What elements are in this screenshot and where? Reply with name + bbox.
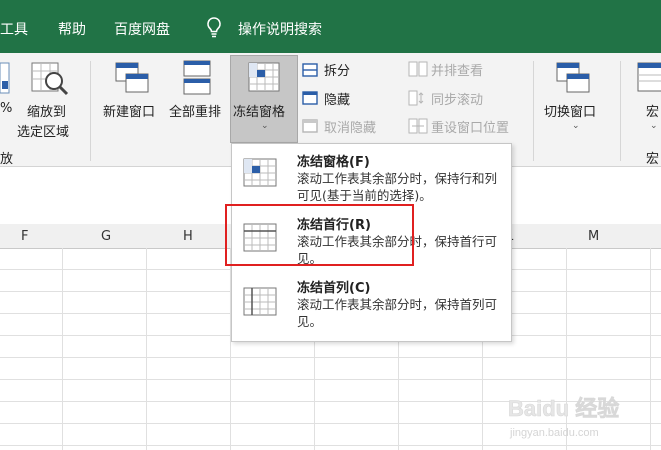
freeze-first-column-title: 冻结首列(C) bbox=[297, 281, 371, 296]
macros-chevron-icon[interactable]: ⌄ bbox=[650, 121, 658, 131]
menu-tools[interactable]: 工具 bbox=[0, 19, 28, 39]
freeze-panes-icon bbox=[243, 158, 277, 192]
zoom-to-selection-label-1[interactable]: 缩放到 bbox=[27, 101, 66, 120]
freeze-panes-icon bbox=[247, 61, 281, 99]
split-icon bbox=[302, 62, 318, 81]
zoom-group-label: 放 bbox=[0, 152, 14, 167]
macros-group-label: 宏 bbox=[646, 152, 660, 167]
freeze-panes-label[interactable]: 冻结窗格 bbox=[233, 101, 285, 120]
freeze-panes-chevron-icon[interactable]: ⌄ bbox=[261, 121, 269, 131]
group-separator bbox=[533, 61, 534, 161]
macros-button[interactable]: 宏 bbox=[646, 101, 659, 120]
sync-scroll-button[interactable]: 同步滚动 bbox=[431, 89, 483, 108]
group-separator bbox=[90, 61, 91, 161]
sync-scroll-icon bbox=[408, 90, 428, 110]
column-header-g[interactable]: G bbox=[101, 229, 111, 244]
freeze-first-column-desc: 滚动工作表其余部分时，保持首列可见。 bbox=[297, 297, 498, 329]
column-header-h[interactable]: H bbox=[183, 229, 193, 244]
menu-help[interactable]: 帮助 bbox=[58, 19, 86, 39]
unhide-button[interactable]: 取消隐藏 bbox=[324, 117, 376, 136]
baidu-watermark: Baidu 经验 jingyan.baidu.com bbox=[506, 392, 656, 442]
freeze-panes-title: 冻结窗格(F) bbox=[297, 155, 370, 170]
menu-item-freeze-panes[interactable]: 冻结窗格(F) 滚动工作表其余部分时，保持行和列可见(基于当前的选择)。 bbox=[232, 146, 511, 210]
zoom-100-icon bbox=[0, 61, 10, 99]
split-button[interactable]: 拆分 bbox=[324, 60, 350, 79]
macros-icon bbox=[636, 61, 661, 99]
arrange-all-icon bbox=[182, 59, 212, 101]
hide-icon bbox=[302, 90, 318, 109]
reset-window-position-icon bbox=[408, 118, 428, 138]
freeze-first-column-icon bbox=[243, 287, 277, 321]
watermark-url: jingyan.baidu.com bbox=[509, 427, 599, 439]
new-window-button[interactable]: 新建窗口 bbox=[103, 101, 155, 120]
column-header-f[interactable]: F bbox=[21, 229, 28, 244]
watermark-brand: Baidu 经验 bbox=[508, 396, 619, 421]
zoom-to-selection-label-2[interactable]: 选定区域 bbox=[17, 121, 69, 140]
menu-item-freeze-first-column[interactable]: 冻结首列(C) 滚动工作表其余部分时，保持首列可见。 bbox=[232, 275, 511, 339]
view-side-by-side-button[interactable]: 并排查看 bbox=[431, 60, 483, 79]
column-header-m[interactable]: M bbox=[588, 229, 599, 244]
switch-windows-icon bbox=[555, 61, 591, 99]
arrange-all-button[interactable]: 全部重排 bbox=[169, 101, 221, 120]
switch-windows-chevron-icon[interactable]: ⌄ bbox=[572, 121, 580, 131]
menu-bar: 工具 帮助 百度网盘 操作说明搜索 bbox=[0, 0, 661, 53]
switch-windows-button[interactable]: 切换窗口 bbox=[544, 101, 596, 120]
new-window-icon bbox=[114, 61, 150, 99]
tell-me-search[interactable]: 操作说明搜索 bbox=[238, 19, 322, 39]
freeze-panes-desc: 滚动工作表其余部分时，保持行和列可见(基于当前的选择)。 bbox=[297, 171, 498, 203]
group-separator bbox=[620, 61, 621, 161]
reset-window-position-button[interactable]: 重设窗口位置 bbox=[431, 117, 509, 136]
zoom-100-label[interactable]: % bbox=[0, 101, 12, 116]
view-side-by-side-icon bbox=[408, 61, 428, 81]
menu-baidu-netdisk[interactable]: 百度网盘 bbox=[114, 19, 170, 39]
lightbulb-icon bbox=[206, 17, 222, 43]
highlight-annotation bbox=[225, 204, 414, 266]
unhide-icon bbox=[302, 118, 318, 137]
zoom-to-selection-icon bbox=[30, 61, 70, 101]
hide-button[interactable]: 隐藏 bbox=[324, 89, 350, 108]
